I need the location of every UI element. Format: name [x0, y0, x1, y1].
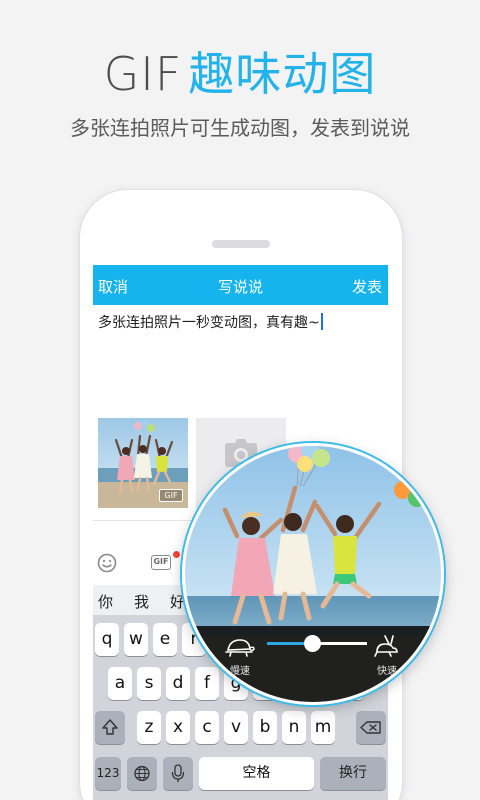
compose-text-area[interactable]: 多张连拍照片一秒变动图，真有趣~: [98, 312, 383, 332]
key-e[interactable]: e: [153, 623, 177, 656]
compose-text: 多张连拍照片一秒变动图，真有趣~: [98, 315, 320, 331]
key-c[interactable]: c: [195, 711, 219, 744]
key-b[interactable]: b: [253, 711, 277, 744]
key-m[interactable]: m: [311, 711, 335, 744]
turtle-icon[interactable]: [223, 636, 255, 658]
key-z[interactable]: z: [137, 711, 161, 744]
headline-fun-gif: 趣味动图: [188, 47, 377, 101]
speed-control: 慢速 快速: [185, 626, 441, 702]
backspace-icon: [360, 721, 381, 734]
speed-slider-track[interactable]: [267, 635, 367, 652]
backspace-key[interactable]: [356, 711, 386, 744]
key-s[interactable]: s: [137, 667, 161, 700]
candidate-word[interactable]: 你: [98, 591, 113, 612]
return-key[interactable]: 换行: [320, 757, 386, 790]
nav-bar: 写说说 取消 发表: [93, 265, 388, 305]
shift-icon: [102, 719, 118, 735]
shift-key[interactable]: [95, 711, 125, 744]
key-v[interactable]: v: [224, 711, 248, 744]
headline: GIF 趣味动图: [0, 44, 480, 104]
candidate-word[interactable]: 我: [134, 591, 149, 612]
globe-key[interactable]: [127, 757, 157, 790]
speed-slider-thumb[interactable]: [304, 635, 321, 652]
key-n[interactable]: n: [282, 711, 306, 744]
key-a[interactable]: a: [108, 667, 132, 700]
emoji-icon[interactable]: [97, 553, 117, 573]
gif-badge: GIF: [159, 489, 183, 502]
phone-speaker: [212, 240, 270, 248]
gif-thumbnail[interactable]: GIF: [98, 418, 188, 508]
space-key[interactable]: 空格: [199, 757, 314, 790]
magnified-gif-preview: 慢速 快速: [182, 443, 444, 705]
cancel-button[interactable]: 取消: [98, 276, 128, 297]
key-x[interactable]: x: [166, 711, 190, 744]
gif-icon[interactable]: GIF: [151, 555, 171, 570]
new-feature-dot: [173, 551, 180, 558]
text-caret: [320, 313, 323, 330]
key-q[interactable]: q: [95, 623, 119, 656]
subtitle: 多张连拍照片可生成动图，发表到说说: [70, 116, 410, 140]
rabbit-icon[interactable]: [373, 634, 399, 658]
publish-button[interactable]: 发表: [352, 276, 382, 297]
globe-icon: [134, 765, 150, 782]
key-w[interactable]: w: [124, 623, 148, 656]
microphone-key[interactable]: [163, 757, 193, 790]
slow-label: 慢速: [230, 666, 250, 677]
headline-gif: GIF: [103, 47, 183, 101]
promo-page: GIF 趣味动图 多张连拍照片可生成动图，发表到说说 写说说 取消 发表 多张连拍…: [0, 0, 480, 800]
fast-label: 快速: [377, 666, 397, 677]
numbers-key[interactable]: 123: [95, 757, 121, 790]
microphone-icon: [171, 764, 185, 782]
nav-title: 写说说: [217, 278, 263, 296]
